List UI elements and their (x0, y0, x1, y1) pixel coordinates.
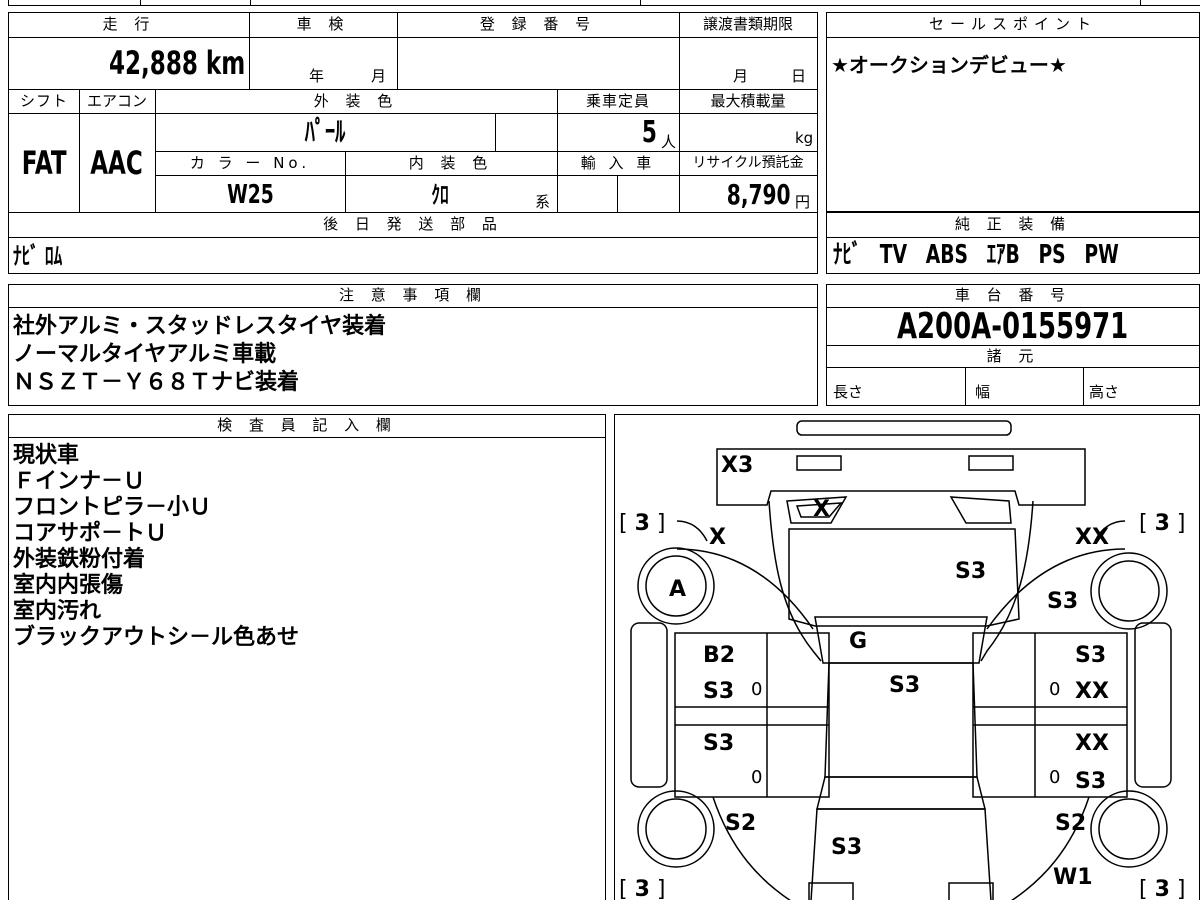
genuine-equipment-header: 純 正 装 備 (954, 215, 1072, 233)
mark-right-fender-rear: S3 (1047, 589, 1079, 614)
max-load-header: 最大積載量 (710, 92, 786, 110)
mark-right-rear-door-1: XX (1075, 731, 1109, 756)
shift-header: シフト (19, 92, 68, 110)
tread-rear-left: [ 3 ] (619, 877, 666, 900)
import-header: 輸 入 車 (580, 154, 656, 172)
sales-point-header: セールスポイント (928, 15, 1097, 33)
tread-rear-right: [ 3 ] (1139, 877, 1186, 900)
chassis-box: 車 台 番 号 A200A-0155971 諸 元 長さ 幅 高さ (826, 284, 1200, 406)
sales-point-box: セールスポイント ★オークションデビュー★ (826, 12, 1200, 212)
mark-right-front-door-2: XX (1075, 679, 1109, 704)
inspection-header: 車 検 (296, 15, 350, 33)
mark-left-front-door-1: B2 (703, 643, 736, 668)
interior-color-suffix: 系 (535, 193, 551, 211)
recycle-header: リサイクル預託金 (692, 155, 804, 171)
ac-value: AAC (90, 144, 144, 182)
mark-front-right-fender: XX (1075, 525, 1109, 550)
mark-front-left-fender: X (709, 525, 726, 550)
mark-right-front-door-1: S3 (1075, 643, 1107, 668)
inspection-month: 月 (371, 67, 387, 85)
notes-box: 注 意 事 項 欄 社外アルミ・スタッドレスタイヤ装着 ノーマルタイヤアルミ車載… (8, 284, 818, 406)
chassis-header: 車 台 番 号 (954, 286, 1072, 304)
inspector-line-4: コアサポ－トＵ (13, 521, 168, 546)
color-no-header: カ ラ ー No. (189, 154, 311, 172)
capacity-header: 乗車定員 (585, 92, 650, 110)
max-load-unit: kg (795, 129, 814, 147)
top-cutoff-strip (0, 0, 1200, 6)
mark-left-front-wheel: A (669, 577, 687, 602)
ac-header: エアコン (86, 92, 147, 110)
recycle-value: 8,790 (727, 178, 791, 211)
tread-front-left: [ 3 ] (619, 511, 666, 536)
exterior-color-value: ﾊﾟｰﾙ (304, 115, 346, 148)
later-parts-header: 後 日 発 送 部 品 (323, 215, 503, 233)
mark-front-bumper: X3 (721, 453, 754, 478)
interior-color-value: ｸﾛ (431, 181, 449, 209)
zero-mark-2: 0 (1049, 679, 1061, 700)
mark-hood: S3 (955, 559, 987, 584)
color-no-value: W25 (226, 180, 274, 210)
inspection-year: 年 (309, 67, 325, 85)
inspector-line-6: 室内内張傷 (13, 573, 124, 598)
length-label: 長さ (833, 383, 864, 401)
mark-roof: S3 (889, 673, 921, 698)
genuine-equipment-value: ﾅﾋﾞ TV ABS ｴｱB PS PW (833, 240, 1119, 270)
width-label: 幅 (975, 383, 991, 401)
shift-value: FAT (21, 144, 67, 182)
inspector-line-1: 現状車 (13, 443, 80, 468)
mark-windshield-top: X (813, 497, 830, 522)
tread-front-right: [ 3 ] (1139, 511, 1186, 536)
registration-header: 登 録 番 号 (479, 15, 597, 33)
transfer-day: 日 (791, 67, 807, 85)
car-diagram: [ 3 ] [ 3 ] [ 3 ] [ 3 ] X3 X X XX S3 S3 … (614, 414, 1200, 900)
mark-windshield: G (849, 629, 868, 654)
height-label: 高さ (1089, 383, 1120, 401)
vehicle-info-table: 走 行 車 検 登 録 番 号 譲渡書類期限 42,888 km 年 月 月 日… (8, 12, 818, 274)
mark-rear-right: W1 (1053, 865, 1093, 890)
inspector-line-8: ブラックアウトシ－ル色あせ (13, 625, 300, 650)
inspector-line-3: フロントピラ－小Ｕ (13, 495, 212, 520)
notes-line-1: 社外アルミ・スタッドレスタイヤ装着 (13, 314, 387, 339)
later-parts-value: ﾅﾋﾞ ﾛﾑ (13, 242, 63, 270)
inspector-line-2: Ｆインナ－Ｕ (13, 469, 146, 494)
mark-right-rear-quarter: S2 (1055, 811, 1087, 836)
exterior-color-header: 外 装 色 (313, 92, 399, 110)
inspector-header: 検 査 員 記 入 欄 (217, 416, 397, 434)
mark-trunk: S3 (831, 835, 863, 860)
notes-line-3: ＮＳＺＴ－Ｙ６８Ｔナビ装着 (13, 370, 300, 395)
inspector-line-7: 室内汚れ (13, 599, 102, 624)
transfer-month: 月 (733, 67, 749, 85)
interior-color-header: 内 装 色 (408, 154, 494, 172)
mileage-value: 42,888 km (108, 44, 245, 82)
mark-left-front-door-2: S3 (703, 679, 735, 704)
chassis-number: A200A-0155971 (897, 306, 1129, 347)
inspector-box: 検 査 員 記 入 欄 現状車 Ｆインナ－Ｕ フロントピラ－小Ｕ コアサポ－トＵ… (8, 414, 606, 900)
zero-mark-4: 0 (1049, 767, 1061, 788)
mark-right-rear-door-2: S3 (1075, 769, 1107, 794)
inspector-line-5: 外装鉄粉付着 (13, 547, 146, 572)
sales-point-text: ★オークションデビュー★ (831, 53, 1067, 77)
mileage-header: 走 行 (102, 15, 156, 33)
mark-left-rear-quarter: S2 (725, 811, 757, 836)
notes-header: 注 意 事 項 欄 (338, 286, 488, 304)
zero-mark-3: 0 (751, 767, 763, 788)
specs-header: 諸 元 (986, 347, 1040, 365)
capacity-value: 5 (641, 115, 657, 150)
mark-left-rear-door: S3 (703, 731, 735, 756)
capacity-unit: 人 (661, 133, 677, 151)
genuine-equipment-box: 純 正 装 備 ﾅﾋﾞ TV ABS ｴｱB PS PW (826, 212, 1200, 274)
recycle-unit: 円 (795, 193, 811, 211)
notes-line-2: ノーマルタイヤアルミ車載 (13, 342, 277, 367)
zero-mark-1: 0 (751, 679, 763, 700)
transfer-header: 譲渡書類期限 (702, 15, 793, 33)
